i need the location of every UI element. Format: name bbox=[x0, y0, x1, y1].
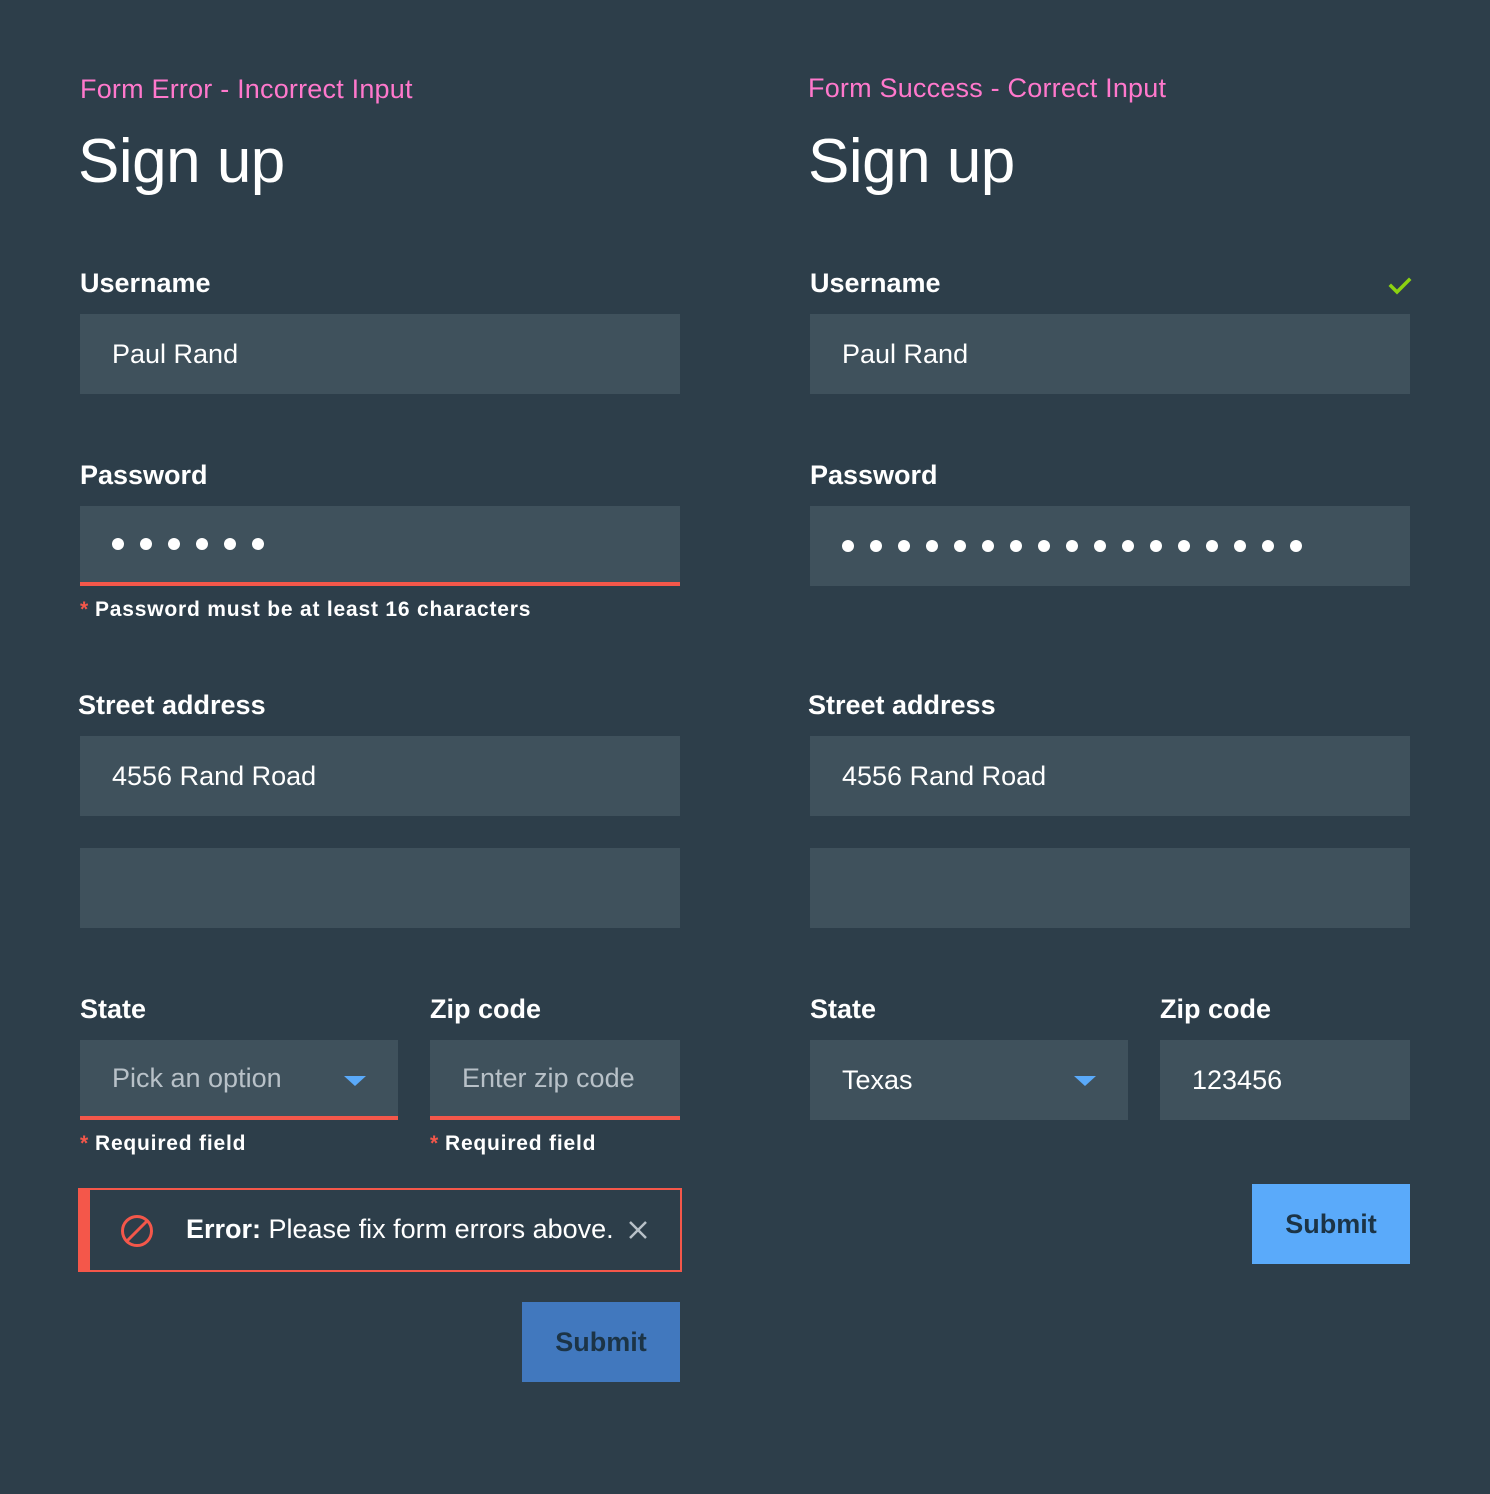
state-error-message: * Required field bbox=[80, 1132, 246, 1156]
zip-code-error-text: Required field bbox=[444, 1132, 597, 1155]
zip-code-label: Zip code bbox=[1160, 994, 1272, 1024]
zip-code-label: Zip code bbox=[430, 994, 542, 1024]
street-address-line1-value: 4556 Rand Road bbox=[842, 760, 1047, 791]
state-error-text: Required field bbox=[94, 1132, 247, 1155]
street-address-label: Street address bbox=[808, 690, 996, 720]
password-dot bbox=[1066, 540, 1078, 552]
password-dot bbox=[842, 540, 854, 552]
password-dot bbox=[224, 538, 236, 550]
zip-code-value: 123456 bbox=[1192, 1064, 1283, 1095]
street-address-label: Street address bbox=[78, 690, 266, 720]
password-dot bbox=[982, 540, 994, 552]
username-label: Username bbox=[810, 268, 941, 298]
state-select[interactable]: Texas bbox=[810, 1040, 1128, 1120]
password-error-text: Password must be at least 16 characters bbox=[94, 598, 532, 621]
checkmark-icon bbox=[1388, 277, 1412, 295]
password-dot bbox=[112, 538, 124, 550]
password-dot bbox=[1290, 540, 1302, 552]
error-alert-text: Error: Please fix form errors above. bbox=[186, 1214, 614, 1245]
password-dot bbox=[1234, 540, 1246, 552]
password-dot bbox=[1122, 540, 1134, 552]
error-alert-prefix: Error: bbox=[186, 1214, 262, 1244]
error-alert-message: Please fix form errors above. bbox=[261, 1214, 614, 1244]
state-value: Texas bbox=[842, 1064, 913, 1095]
username-value: Paul Rand bbox=[842, 338, 969, 369]
password-dot bbox=[870, 540, 882, 552]
password-input[interactable] bbox=[80, 506, 680, 586]
password-dot bbox=[1178, 540, 1190, 552]
blocked-icon bbox=[121, 1215, 153, 1247]
password-dot bbox=[1094, 540, 1106, 552]
password-error-message: * Password must be at least 16 characters bbox=[80, 598, 531, 622]
zip-code-input[interactable]: 123456 bbox=[1160, 1040, 1410, 1120]
username-input[interactable]: Paul Rand bbox=[810, 314, 1410, 394]
zip-code-error-message: * Required field bbox=[430, 1132, 596, 1156]
zip-code-placeholder: Enter zip code bbox=[462, 1062, 635, 1093]
username-value: Paul Rand bbox=[112, 338, 239, 369]
error-form-title: Sign up bbox=[78, 127, 285, 196]
password-dot bbox=[252, 538, 264, 550]
page: Form Error - Incorrect Input Sign up Use… bbox=[0, 0, 1490, 1494]
password-input[interactable] bbox=[810, 506, 1410, 586]
street-address-line1-input[interactable]: 4556 Rand Road bbox=[810, 736, 1410, 816]
state-placeholder: Pick an option bbox=[112, 1062, 282, 1093]
street-address-line2-input[interactable] bbox=[80, 848, 680, 928]
password-dot bbox=[1038, 540, 1050, 552]
password-dot bbox=[898, 540, 910, 552]
zip-code-input[interactable]: Enter zip code bbox=[430, 1040, 680, 1120]
password-dot bbox=[140, 538, 152, 550]
close-icon[interactable] bbox=[628, 1220, 648, 1240]
password-label: Password bbox=[80, 460, 208, 490]
required-asterisk: * bbox=[430, 1132, 439, 1155]
error-form-caption: Form Error - Incorrect Input bbox=[80, 74, 413, 104]
required-asterisk: * bbox=[80, 598, 89, 621]
password-label: Password bbox=[810, 460, 938, 490]
username-label: Username bbox=[80, 268, 211, 298]
street-address-line2-input[interactable] bbox=[810, 848, 1410, 928]
chevron-down-icon bbox=[344, 1076, 366, 1086]
password-dot bbox=[168, 538, 180, 550]
success-form-title: Sign up bbox=[808, 127, 1015, 196]
state-label: State bbox=[810, 994, 877, 1024]
password-dot bbox=[1010, 540, 1022, 552]
password-mask bbox=[112, 506, 264, 582]
error-alert: Error: Please fix form errors above. bbox=[78, 1188, 682, 1272]
username-input[interactable]: Paul Rand bbox=[80, 314, 680, 394]
required-asterisk: * bbox=[80, 1132, 89, 1155]
submit-button-disabled[interactable]: Submit bbox=[522, 1302, 680, 1382]
password-dot bbox=[1150, 540, 1162, 552]
submit-button[interactable]: Submit bbox=[1252, 1184, 1410, 1264]
password-dot bbox=[954, 540, 966, 552]
password-mask bbox=[842, 506, 1302, 586]
password-dot bbox=[926, 540, 938, 552]
chevron-down-icon bbox=[1074, 1076, 1096, 1086]
state-label: State bbox=[80, 994, 147, 1024]
success-form-caption: Form Success - Correct Input bbox=[808, 73, 1167, 103]
password-dot bbox=[1206, 540, 1218, 552]
password-dot bbox=[1262, 540, 1274, 552]
state-select[interactable]: Pick an option bbox=[80, 1040, 398, 1120]
password-dot bbox=[196, 538, 208, 550]
street-address-line1-input[interactable]: 4556 Rand Road bbox=[80, 736, 680, 816]
street-address-line1-value: 4556 Rand Road bbox=[112, 760, 317, 791]
